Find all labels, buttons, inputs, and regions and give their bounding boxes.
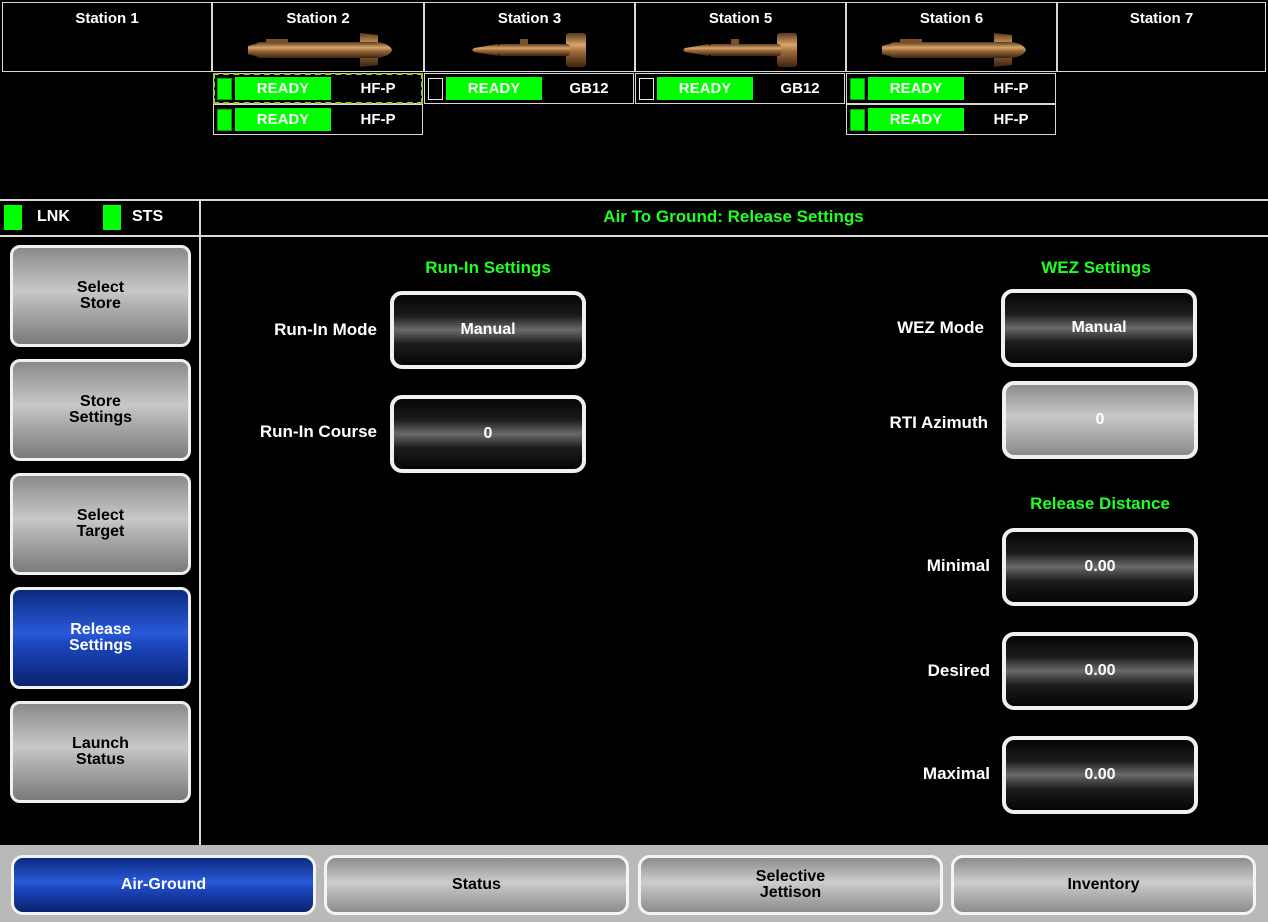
store-status: READY xyxy=(657,77,753,100)
field-value: Manual xyxy=(1071,319,1127,336)
release-distance-title: Release Distance xyxy=(1030,494,1170,513)
store-type: HF-P xyxy=(360,111,396,128)
tab-label: Air-Ground xyxy=(120,876,207,893)
store-type: GB12 xyxy=(780,80,820,97)
store-type: HF-P xyxy=(993,111,1029,128)
field-value: 0.00 xyxy=(1084,766,1116,783)
rti-azimuth-field[interactable]: 0 xyxy=(1002,381,1198,459)
release-settings-button[interactable]: Release Settings xyxy=(10,587,191,689)
tab-selective-jettison[interactable]: Selective Jettison xyxy=(638,855,943,915)
store-status: READY xyxy=(868,108,964,131)
divider xyxy=(0,235,1268,237)
store-type: HF-P xyxy=(360,80,396,97)
station-name: Station 2 xyxy=(286,10,350,27)
button-label: Launch Status xyxy=(72,735,129,768)
store-row-station-2-2[interactable]: READY HF-P xyxy=(213,104,423,135)
wez-settings-title: WEZ Settings xyxy=(1041,258,1151,277)
missile-icon xyxy=(248,33,392,67)
store-type: GB12 xyxy=(569,80,609,97)
field-value: 0.00 xyxy=(1084,558,1116,575)
tab-label: Selective Jettison xyxy=(755,868,826,901)
tab-label: Inventory xyxy=(1067,876,1140,893)
station-name: Station 6 xyxy=(919,10,984,27)
page-title: Air To Ground: Release Settings xyxy=(603,207,864,226)
store-indicator xyxy=(217,109,232,131)
wez-mode-field[interactable]: Manual xyxy=(1001,289,1197,367)
store-type: HF-P xyxy=(993,80,1029,97)
station-1-header[interactable]: Station 1 xyxy=(2,2,212,72)
bomb-icon xyxy=(471,33,586,67)
tab-inventory[interactable]: Inventory xyxy=(951,855,1256,915)
store-status: READY xyxy=(446,77,542,100)
select-store-button[interactable]: Select Store xyxy=(10,245,191,347)
tab-label: Status xyxy=(452,876,501,893)
sts-indicator xyxy=(103,205,121,230)
store-indicator xyxy=(428,78,443,100)
select-target-button[interactable]: Select Target xyxy=(10,473,191,575)
tab-status[interactable]: Status xyxy=(324,855,629,915)
desired-label: Desired xyxy=(927,661,990,680)
store-indicator xyxy=(217,78,232,100)
store-row-station-3-1[interactable]: READY GB12 xyxy=(424,73,634,104)
station-name: Station 1 xyxy=(75,10,139,27)
station-5-header[interactable]: Station 5 xyxy=(635,2,846,72)
field-value: 0.00 xyxy=(1084,662,1116,679)
field-value: Manual xyxy=(460,321,516,338)
minimal-distance-field[interactable]: 0.00 xyxy=(1002,528,1198,606)
store-status: READY xyxy=(235,108,331,131)
station-2-header[interactable]: Station 2 xyxy=(212,2,424,72)
station-3-header[interactable]: Station 3 xyxy=(424,2,635,72)
button-label: Store Settings xyxy=(68,393,133,426)
store-settings-button[interactable]: Store Settings xyxy=(10,359,191,461)
minimal-label: Minimal xyxy=(926,556,990,575)
run-in-mode-field[interactable]: Manual xyxy=(390,291,586,369)
station-name: Station 7 xyxy=(1129,10,1194,27)
divider xyxy=(0,199,1268,201)
wez-mode-label: WEZ Mode xyxy=(897,318,984,337)
desired-distance-field[interactable]: 0.00 xyxy=(1002,632,1198,710)
store-status: READY xyxy=(235,77,331,100)
station-6-header[interactable]: Station 6 xyxy=(846,2,1057,72)
tab-air-ground[interactable]: Air-Ground xyxy=(11,855,316,915)
run-in-settings-title: Run-In Settings xyxy=(425,258,551,277)
run-in-mode-label: Run-In Mode xyxy=(274,320,377,339)
station-name: Station 5 xyxy=(708,10,773,27)
run-in-course-field[interactable]: 0 xyxy=(390,395,586,473)
store-indicator xyxy=(639,78,654,100)
lnk-label: LNK xyxy=(37,208,70,225)
station-7-header[interactable]: Station 7 xyxy=(1057,2,1266,72)
divider xyxy=(199,199,201,845)
store-indicator xyxy=(850,78,865,100)
store-indicator xyxy=(850,109,865,131)
button-label: Select Target xyxy=(76,507,125,540)
launch-status-button[interactable]: Launch Status xyxy=(10,701,191,803)
store-row-station-6-2[interactable]: READY HF-P xyxy=(846,104,1056,135)
store-row-station-5-1[interactable]: READY GB12 xyxy=(635,73,845,104)
lnk-indicator xyxy=(4,205,22,230)
maximal-label: Maximal xyxy=(922,764,990,783)
missile-icon xyxy=(881,33,1026,67)
store-row-station-2-1[interactable]: READY HF-P xyxy=(213,73,423,104)
sts-label: STS xyxy=(132,208,164,225)
button-label: Select Store xyxy=(76,279,125,312)
rti-azimuth-label: RTI Azimuth xyxy=(889,413,988,432)
store-status: READY xyxy=(868,77,964,100)
run-in-course-label: Run-In Course xyxy=(259,422,377,441)
store-row-station-6-1[interactable]: READY HF-P xyxy=(846,73,1056,104)
field-value: 0 xyxy=(1095,411,1105,428)
button-label: Release Settings xyxy=(68,621,133,654)
bomb-icon xyxy=(682,33,797,67)
field-value: 0 xyxy=(483,425,493,442)
station-name: Station 3 xyxy=(497,10,562,27)
maximal-distance-field[interactable]: 0.00 xyxy=(1002,736,1198,814)
